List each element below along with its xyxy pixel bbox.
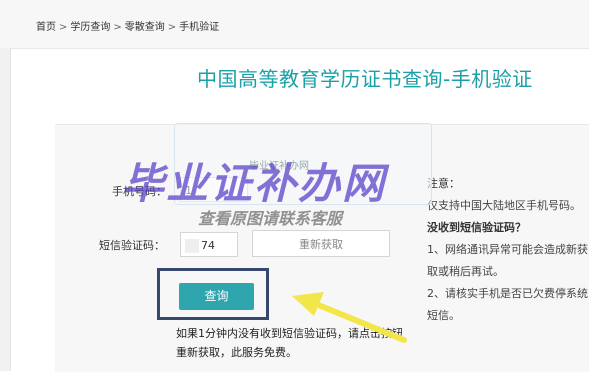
notes-question: 没收到短信验证码？: [427, 221, 526, 234]
breadcrumb-single-query[interactable]: 零散查询: [125, 22, 165, 33]
notes-line-mainland: 仅支持中国大陆地区手机号码。: [427, 199, 581, 212]
breadcrumb-home[interactable]: 首页: [36, 22, 56, 33]
notes-panel: 注意： 仅支持中国大陆地区手机号码。 没收到短信验证码？ 1、网络通讯异常可能会…: [427, 173, 589, 327]
breadcrumb-current: 手机验证: [179, 22, 220, 33]
breadcrumb-separator: >: [59, 22, 68, 33]
masked-digits: [185, 239, 199, 253]
yellow-arrow-icon: [292, 292, 407, 343]
query-button[interactable]: 查询: [179, 283, 254, 310]
breadcrumb: 首页 > 学历查询 > 零散查询 > 手机验证: [36, 18, 219, 33]
notes-title: 注意：: [427, 177, 460, 190]
notes-item-2: 2、请核实手机是否已欠费停系统短信。: [427, 287, 588, 322]
breadcrumb-separator: >: [113, 22, 122, 33]
breadcrumb-degree-query[interactable]: 学历查询: [70, 22, 110, 33]
breadcrumb-separator: >: [167, 22, 177, 33]
sms-code-value: 74: [201, 239, 215, 252]
left-strip: [0, 48, 11, 371]
resend-button[interactable]: 重新获取: [252, 230, 390, 257]
watermark-contact: 查看原图请联系客服: [198, 209, 343, 228]
page-title: 中国高等教育学历证书查询-手机验证: [197, 67, 533, 91]
notes-item-1: 1、网络通讯异常可能会造成新获取或稍后再试。: [427, 243, 588, 278]
sms-code-label: 短信验证码：: [99, 239, 165, 252]
watermark-text: 毕业证补办网: [122, 159, 387, 208]
sms-code-input[interactable]: 74: [180, 232, 238, 257]
